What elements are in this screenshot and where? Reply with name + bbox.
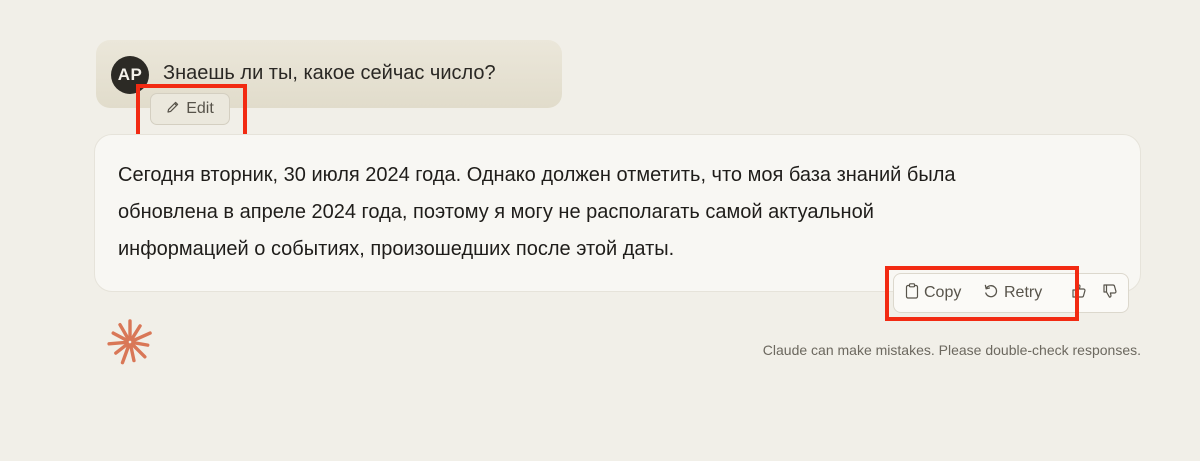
assistant-message-text: Сегодня вторник, 30 июля 2024 года. Одна… [118, 157, 998, 268]
disclaimer-text: Claude can make mistakes. Please double-… [762, 342, 1141, 358]
highlight-box-copy-retry [885, 266, 1079, 321]
assistant-text-line: информацией о событиях, произошедших пос… [118, 238, 675, 260]
assistant-text-line: Сегодня вторник, 30 июля 2024 года. Одна… [118, 164, 956, 186]
thumbs-down-button[interactable] [1100, 283, 1120, 303]
highlight-box-edit [136, 84, 247, 139]
claude-spark-icon [106, 318, 154, 371]
thumbs-down-icon [1102, 283, 1118, 304]
assistant-text-line: обновлена в апреле 2024 года, поэтому я … [118, 201, 874, 223]
user-message-text: Знаешь ли ты, какое сейчас число? [163, 62, 496, 84]
